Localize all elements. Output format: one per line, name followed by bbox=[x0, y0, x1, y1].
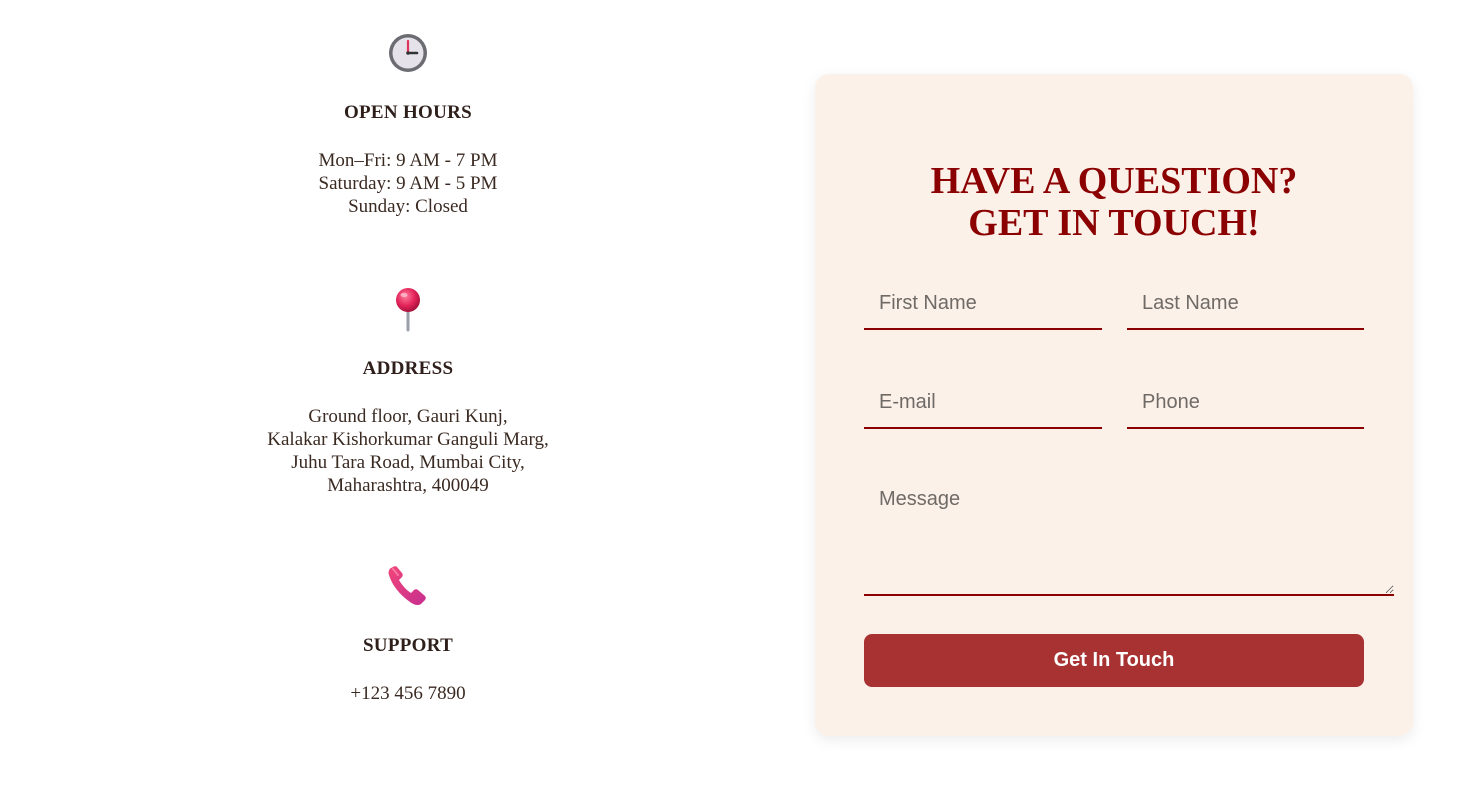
open-hours-section: OPEN HOURS Mon–Fri: 9 AM - 7 PM Saturday… bbox=[208, 30, 608, 218]
form-title: HAVE A QUESTION? GET IN TOUCH! bbox=[815, 160, 1413, 244]
first-name-input[interactable] bbox=[864, 278, 1102, 330]
address-section: ADDRESS Ground floor, Gauri Kunj, Kalaka… bbox=[208, 286, 608, 497]
map-pin-icon bbox=[396, 288, 420, 332]
support-title: SUPPORT bbox=[362, 635, 454, 656]
get-in-touch-button[interactable]: Get In Touch bbox=[864, 634, 1364, 687]
last-name-input[interactable] bbox=[1127, 278, 1364, 330]
form-title-line-2: GET IN TOUCH! bbox=[968, 202, 1260, 244]
contact-form-card: HAVE A QUESTION? GET IN TOUCH! Get In To… bbox=[815, 74, 1413, 736]
phone-icon bbox=[388, 566, 426, 606]
address-line-4: Maharashtra, 400049 bbox=[327, 475, 489, 496]
open-hours-text: Mon–Fri: 9 AM - 7 PM Saturday: 9 AM - 5 … bbox=[208, 149, 608, 218]
contact-page: OPEN HOURS Mon–Fri: 9 AM - 7 PM Saturday… bbox=[0, 0, 1458, 803]
support-text: +123 456 7890 bbox=[208, 682, 608, 705]
hours-sunday: Sunday: Closed bbox=[348, 196, 468, 217]
address-line-3: Juhu Tara Road, Mumbai City, bbox=[291, 452, 525, 473]
phone-input[interactable] bbox=[1127, 377, 1364, 429]
form-title-line-1: HAVE A QUESTION? bbox=[930, 160, 1298, 202]
support-section: SUPPORT +123 456 7890 bbox=[208, 563, 608, 705]
email-input[interactable] bbox=[864, 377, 1102, 429]
support-phone: +123 456 7890 bbox=[350, 683, 466, 704]
hours-saturday: Saturday: 9 AM - 5 PM bbox=[318, 173, 498, 194]
open-hours-title: OPEN HOURS bbox=[343, 102, 473, 123]
address-line-2: Kalakar Kishorkumar Ganguli Marg, bbox=[267, 429, 549, 450]
message-textarea[interactable] bbox=[864, 476, 1394, 596]
address-text: Ground floor, Gauri Kunj, Kalakar Kishor… bbox=[208, 405, 608, 497]
address-line-1: Ground floor, Gauri Kunj, bbox=[308, 406, 508, 427]
clock-icon bbox=[389, 34, 427, 72]
hours-weekday: Mon–Fri: 9 AM - 7 PM bbox=[318, 150, 498, 171]
address-title: ADDRESS bbox=[362, 358, 454, 379]
